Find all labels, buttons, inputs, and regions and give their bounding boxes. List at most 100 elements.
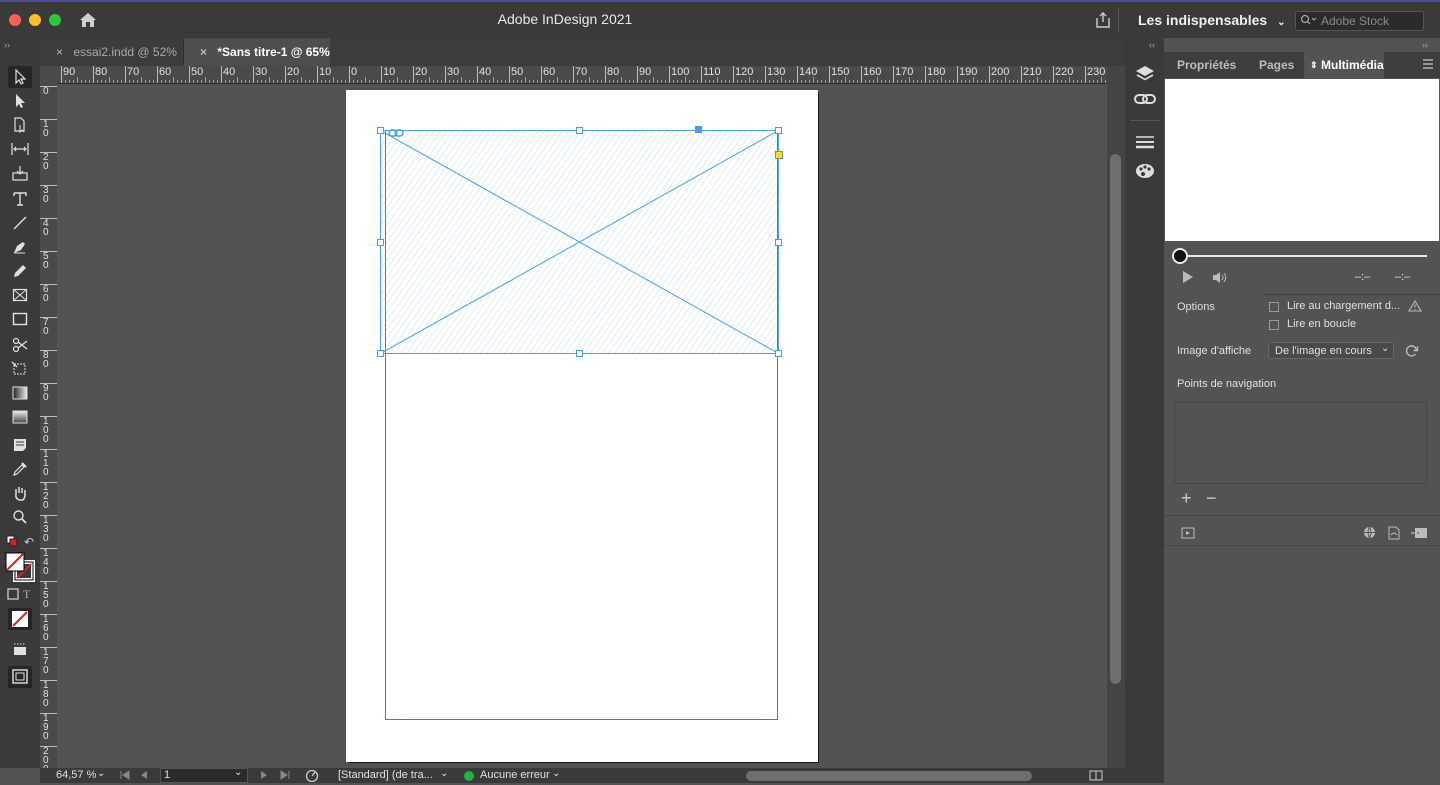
tab-multimedia[interactable]: ⇕ Multimédia xyxy=(1304,52,1384,78)
line-tool-icon[interactable] xyxy=(8,212,32,234)
format-container-icon[interactable] xyxy=(7,588,19,603)
frame-handle[interactable] xyxy=(576,350,583,357)
last-page-icon[interactable] xyxy=(280,770,290,783)
chevron-down-icon[interactable]: ⌄ xyxy=(234,767,242,778)
note-tool-icon[interactable] xyxy=(8,434,32,456)
media-timeline[interactable] xyxy=(1180,255,1427,257)
horizontal-ruler[interactable]: 90 80 70 60 50 40 30 20 10 0 10 20 30 40 50 60 70 80 90 100… xyxy=(57,66,1107,84)
time-total: –:– xyxy=(1395,271,1411,283)
refresh-icon[interactable] xyxy=(1405,344,1419,361)
ruler-minor-tick xyxy=(653,77,654,83)
hand-tool-icon[interactable] xyxy=(8,482,32,504)
frame-handle[interactable] xyxy=(377,127,384,134)
frame-handle[interactable] xyxy=(377,350,384,357)
scroll-thumb[interactable] xyxy=(1110,154,1121,684)
gap-tool-icon[interactable] xyxy=(8,138,32,160)
frame-handle[interactable] xyxy=(775,350,782,357)
poster-select[interactable]: De l'image en cours ⌄ xyxy=(1268,342,1394,359)
split-layout-icon[interactable] xyxy=(1089,770,1103,784)
layers-icon[interactable] xyxy=(1134,64,1156,87)
pen-tool-icon[interactable] xyxy=(8,236,32,258)
tab-proprietes[interactable]: Propriétés xyxy=(1177,52,1236,78)
first-page-icon[interactable] xyxy=(120,770,130,783)
chevron-down-icon[interactable]: ⌄ xyxy=(97,768,105,779)
gradient-swatch-tool-icon[interactable] xyxy=(8,382,32,404)
collapse-panel-icon[interactable]: ›› xyxy=(1422,40,1428,50)
type-tool-icon[interactable] xyxy=(8,188,32,210)
autoplay-checkbox[interactable] xyxy=(1269,302,1279,312)
apply-none-icon[interactable] xyxy=(8,608,32,630)
preflight-errors[interactable]: Aucune erreur xyxy=(480,769,550,781)
ruler-tick xyxy=(573,66,574,83)
frame-handle[interactable] xyxy=(775,239,782,246)
url-video-icon[interactable] xyxy=(1363,526,1376,542)
tab-sans-titre-1[interactable]: × *Sans titre-1 @ 65% xyxy=(184,38,330,66)
ruler-origin[interactable] xyxy=(40,66,57,83)
ruler-minor-tick xyxy=(641,80,642,83)
link-icon[interactable] xyxy=(388,126,404,140)
zoom-level-field[interactable]: 64,57 % xyxy=(56,769,96,781)
chevron-down-icon[interactable]: ⌄ xyxy=(440,768,448,779)
chevron-down-icon[interactable]: ⌄ xyxy=(552,768,560,779)
selection-tool-icon[interactable] xyxy=(8,66,32,88)
frame-out-port[interactable] xyxy=(695,126,702,133)
corner-options-handle[interactable] xyxy=(775,151,783,159)
links-icon[interactable] xyxy=(1134,92,1156,109)
collapse-toolbar-icon[interactable]: ›› xyxy=(4,40,10,50)
rectangle-frame-tool-icon[interactable] xyxy=(8,284,32,306)
preview-mode-icon[interactable] xyxy=(8,666,32,688)
default-fill-stroke-icon[interactable] xyxy=(6,535,18,550)
nav-points-list[interactable] xyxy=(1174,402,1427,484)
play-icon[interactable] xyxy=(1182,270,1194,287)
add-nav-point-button[interactable]: + xyxy=(1181,488,1192,509)
panel-menu-icon[interactable] xyxy=(1422,58,1434,73)
frame-handle[interactable] xyxy=(576,127,583,134)
frame-handle[interactable] xyxy=(775,127,782,134)
ruler-minor-tick xyxy=(1061,80,1062,83)
ruler-minor-tick xyxy=(289,80,290,83)
media-frame[interactable] xyxy=(380,130,780,354)
preflight-profile[interactable]: [Standard] (de tra... xyxy=(338,769,433,781)
vertical-ruler[interactable]: 0 10 20 30 40 50 60 70 80 90 100 110 120 130 140 150 160… xyxy=(40,83,58,768)
swatches-icon[interactable] xyxy=(1134,162,1156,183)
swap-fill-stroke-icon[interactable]: ↶ xyxy=(24,535,34,549)
ruler-label: 0 xyxy=(351,66,358,78)
content-collector-icon[interactable] xyxy=(8,162,32,184)
scissors-tool-icon[interactable] xyxy=(8,334,32,356)
free-transform-tool-icon[interactable] xyxy=(8,358,32,380)
workspace-switcher[interactable]: Les indispensables ⌄ xyxy=(1138,12,1285,28)
gradient-feather-tool-icon[interactable] xyxy=(8,406,32,428)
previous-page-icon[interactable] xyxy=(140,770,148,783)
loop-checkbox[interactable] xyxy=(1269,320,1279,330)
rectangle-tool-icon[interactable] xyxy=(8,308,32,330)
close-tab-icon[interactable]: × xyxy=(200,38,214,66)
share-icon[interactable] xyxy=(1094,11,1112,32)
pencil-tool-icon[interactable] xyxy=(8,260,32,282)
tab-essai2[interactable]: × essai2.indd @ 52% xyxy=(40,38,184,66)
export-interactive-icon[interactable] xyxy=(1410,526,1428,543)
preview-icon[interactable] xyxy=(1181,527,1195,542)
screen-mode-icon[interactable] xyxy=(8,638,32,660)
format-text-icon[interactable]: T xyxy=(23,587,30,602)
ruler-minor-tick xyxy=(577,80,578,83)
tab-pages[interactable]: Pages xyxy=(1259,52,1294,78)
frame-handle[interactable] xyxy=(377,239,384,246)
remove-nav-point-button[interactable]: − xyxy=(1206,488,1217,509)
ruler-label: 210 xyxy=(1023,66,1042,78)
volume-icon[interactable] xyxy=(1212,271,1230,287)
page-tool-icon[interactable] xyxy=(8,114,32,136)
vertical-scrollbar[interactable] xyxy=(1107,66,1125,768)
eyedropper-tool-icon[interactable] xyxy=(8,458,32,480)
direct-selection-tool-icon[interactable] xyxy=(8,90,32,112)
fill-stroke-swatch[interactable] xyxy=(5,552,37,585)
zoom-tool-icon[interactable] xyxy=(8,506,32,528)
pdf-options-icon[interactable] xyxy=(1388,526,1400,543)
next-page-icon[interactable] xyxy=(260,770,268,783)
stroke-icon[interactable] xyxy=(1134,134,1156,153)
adobe-stock-search[interactable]: Adobe Stock xyxy=(1295,11,1424,31)
horizontal-scroll-thumb[interactable] xyxy=(746,771,1032,781)
pasteboard[interactable] xyxy=(57,84,1107,768)
collapse-dock-icon[interactable]: ‹‹ xyxy=(1149,40,1155,50)
close-tab-icon[interactable]: × xyxy=(56,38,70,66)
timeline-thumb[interactable] xyxy=(1172,248,1188,264)
